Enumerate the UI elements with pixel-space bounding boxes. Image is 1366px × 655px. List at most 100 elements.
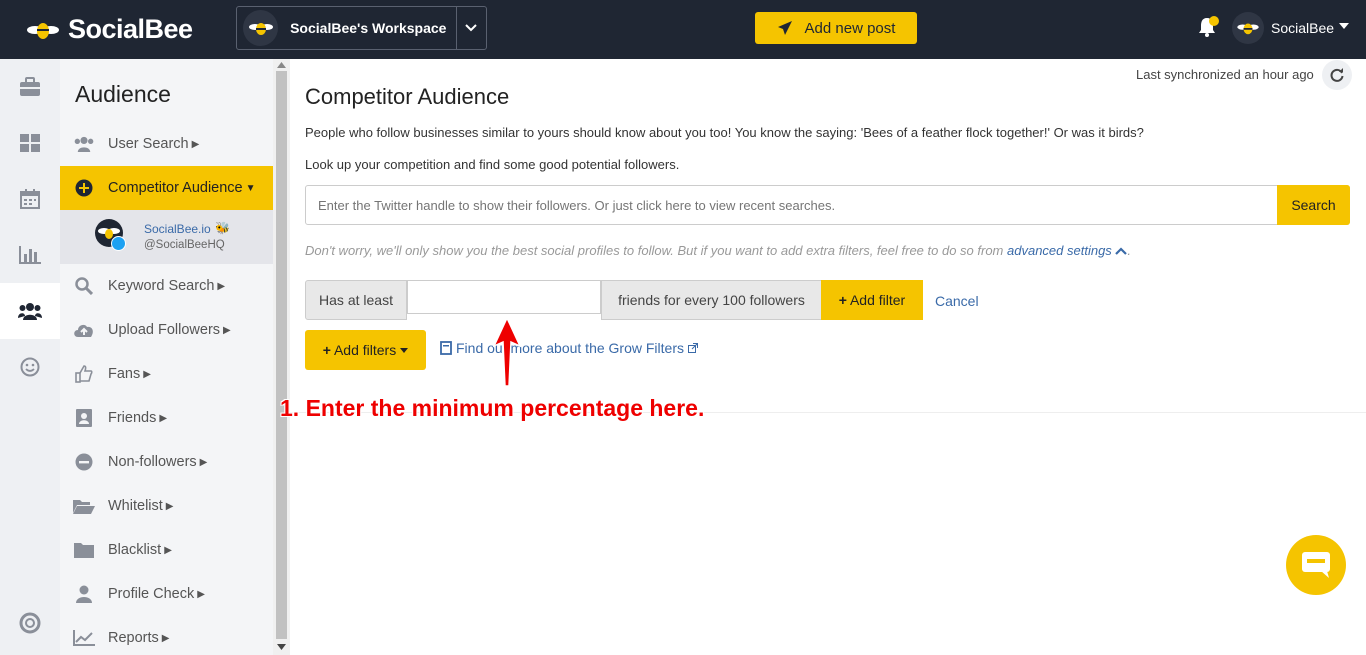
twitter-icon <box>111 236 126 251</box>
caret-right-icon: ▶ <box>223 324 231 336</box>
socialbee-logo[interactable]: SocialBee <box>26 14 193 45</box>
caret-down-icon[interactable] <box>1339 22 1349 30</box>
sidebar-item-label: Non-followers <box>108 454 197 470</box>
external-link-icon <box>688 343 698 353</box>
user-avatar[interactable] <box>1232 12 1264 44</box>
dashboard-icon <box>20 134 40 152</box>
add-filter-button[interactable]: + Add filter <box>821 280 923 320</box>
sidebar-item-label: Upload Followers <box>108 322 221 338</box>
caret-down-icon: ▼ <box>245 182 256 194</box>
annotation-text: 1. Enter the minimum percentage here. <box>280 395 705 421</box>
sidebar-item-competitor-audience[interactable]: Competitor Audience ▼ <box>60 166 273 210</box>
caret-right-icon: ▶ <box>191 138 200 150</box>
add-filters-dropdown[interactable]: + Add filters <box>305 330 426 370</box>
sync-button[interactable] <box>1322 60 1352 90</box>
sidebar-item-label: Profile Check <box>108 586 195 602</box>
sidebar-item-upload-followers[interactable]: Upload Followers ▶ <box>60 308 273 352</box>
bee-icon <box>248 23 273 35</box>
note-text: Don't worry, we'll only show you the bes… <box>305 243 1007 258</box>
sidebar-title: Audience <box>75 81 171 107</box>
bee-logo-icon <box>27 22 59 39</box>
caret-down-icon <box>400 347 409 353</box>
icon-rail <box>0 59 60 655</box>
sidebar-item-friends[interactable]: Friends ▶ <box>60 396 273 440</box>
cloud-upload-icon <box>74 324 93 337</box>
rail-analytics[interactable] <box>0 227 60 283</box>
search-bar: Search <box>305 185 1350 225</box>
book-icon <box>440 341 452 355</box>
sync-status: Last synchronized an hour ago <box>1136 67 1314 82</box>
plus-circle-icon <box>75 179 93 197</box>
sidebar-item-label: Reports <box>108 630 159 646</box>
calendar-icon <box>20 189 40 209</box>
plus-icon: + <box>322 342 331 358</box>
scroll-up-icon[interactable] <box>277 62 286 68</box>
refresh-icon <box>1330 68 1344 82</box>
sidebar-item-label: Blacklist <box>108 542 162 558</box>
rail-help[interactable] <box>0 595 60 651</box>
competitor-account[interactable]: SocialBee.io 🐝 @SocialBeeHQ <box>60 210 273 264</box>
caret-right-icon: ▶ <box>217 280 226 292</box>
page-title: Competitor Audience <box>305 84 510 109</box>
workspace-avatar <box>243 10 279 46</box>
sidebar-item-non-followers[interactable]: Non-followers ▶ <box>60 440 273 484</box>
chat-button[interactable] <box>1286 535 1346 595</box>
grow-filters-link[interactable]: Find out more about the Grow Filters <box>440 340 698 356</box>
twitter-handle-input[interactable] <box>306 186 1278 224</box>
rail-audience[interactable] <box>0 283 60 339</box>
sidebar-item-blacklist[interactable]: Blacklist ▶ <box>60 528 273 572</box>
advanced-settings-link[interactable]: advanced settings <box>1007 243 1112 258</box>
chart-line-icon <box>73 630 95 646</box>
sidebar-item-label: Whitelist <box>108 498 163 514</box>
sidebar-item-label: Competitor Audience <box>108 180 243 196</box>
intro-text: People who follow businesses similar to … <box>305 125 1144 140</box>
caret-right-icon: ▶ <box>161 632 170 644</box>
audience-icon <box>18 303 42 320</box>
filter-label-after: friends for every 100 followers <box>601 280 822 320</box>
rail-briefcase[interactable] <box>0 59 60 115</box>
sidebar-item-reports[interactable]: Reports ▶ <box>60 616 273 655</box>
rail-smile[interactable] <box>0 339 60 395</box>
minus-circle-icon <box>75 453 93 471</box>
chevron-down-icon[interactable] <box>457 24 486 32</box>
scroll-down-icon[interactable] <box>277 644 286 650</box>
rail-dashboard[interactable] <box>0 115 60 171</box>
user-name[interactable]: SocialBee <box>1271 20 1334 36</box>
analytics-icon <box>19 246 41 264</box>
contact-icon <box>76 409 92 427</box>
add-new-post-button[interactable]: Add new post <box>755 12 917 44</box>
sidebar-scrollbar[interactable] <box>273 59 290 655</box>
help-icon <box>19 612 41 634</box>
notification-badge <box>1209 16 1219 26</box>
chevron-up-icon[interactable] <box>1115 247 1128 255</box>
grow-filters-label: Find out more about the Grow Filters <box>456 340 684 356</box>
filters-note: Don't worry, we'll only show you the bes… <box>305 243 1131 258</box>
scrollbar-thumb[interactable] <box>276 71 287 639</box>
sidebar-item-keyword-search[interactable]: Keyword Search ▶ <box>60 264 273 308</box>
audience-sidebar: Audience User Search ▶ Competitor Audienc… <box>60 59 273 655</box>
annotation-arrow-icon <box>493 318 521 387</box>
paper-plane-icon <box>777 21 792 35</box>
workspace-selector[interactable]: SocialBee's Workspace <box>236 6 487 50</box>
min-percentage-input[interactable] <box>407 280 601 314</box>
rail-calendar[interactable] <box>0 171 60 227</box>
account-name[interactable]: SocialBee.io <box>144 222 211 236</box>
add-new-post-label: Add new post <box>804 19 896 37</box>
sidebar-item-whitelist[interactable]: Whitelist ▶ <box>60 484 273 528</box>
chat-icon <box>1302 552 1330 578</box>
add-filters-label: Add filters <box>333 342 397 358</box>
intro-text-2: Look up your competition and find some g… <box>305 157 680 172</box>
bee-emoji-icon: 🐝 <box>215 221 230 235</box>
plus-icon: + <box>838 292 847 308</box>
search-button[interactable]: Search <box>1277 185 1350 225</box>
cancel-link[interactable]: Cancel <box>935 293 979 309</box>
logo-text: SocialBee <box>68 14 193 44</box>
sidebar-item-profile-check[interactable]: Profile Check ▶ <box>60 572 273 616</box>
sidebar-item-label: Fans <box>108 366 141 382</box>
sidebar-item-fans[interactable]: Fans ▶ <box>60 352 273 396</box>
caret-right-icon: ▶ <box>164 544 172 556</box>
add-filter-label: Add filter <box>849 292 906 308</box>
user-icon <box>76 585 92 603</box>
users-icon <box>74 136 94 152</box>
sidebar-item-user-search[interactable]: User Search ▶ <box>60 122 273 166</box>
